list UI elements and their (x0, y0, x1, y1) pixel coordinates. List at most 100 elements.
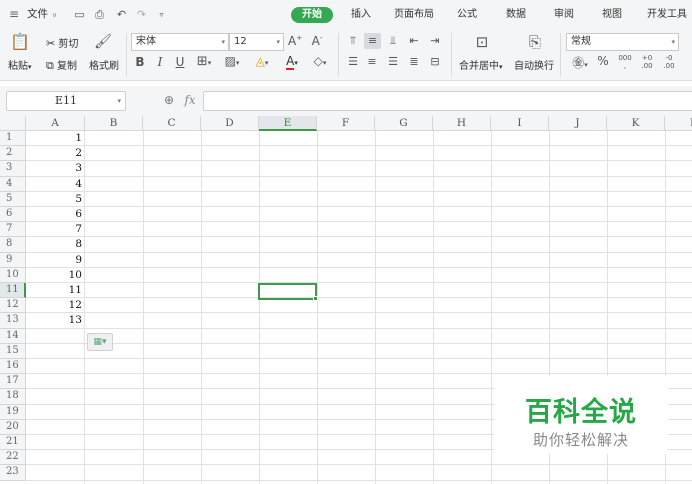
column-header-j[interactable]: J (549, 116, 607, 131)
select-all-corner[interactable] (0, 116, 26, 131)
align-middle-icon[interactable]: ≡ (364, 33, 381, 49)
paste-icon[interactable]: 📋 (10, 32, 30, 52)
align-center-icon[interactable]: ≡ (364, 55, 380, 68)
row-header-5[interactable]: 5 (0, 191, 26, 207)
cell-a9[interactable]: 9 (26, 253, 84, 268)
row-header-22[interactable]: 22 (0, 450, 26, 466)
underline-icon[interactable]: U (173, 55, 187, 69)
font-color-icon[interactable]: A▾ (282, 54, 302, 70)
row-header-7[interactable]: 7 (0, 222, 26, 238)
eraser-icon[interactable]: ◇▾ (310, 54, 330, 68)
column-header-e[interactable]: E (259, 116, 317, 131)
cell-a2[interactable]: 2 (26, 146, 84, 161)
cell-a8[interactable]: 8 (26, 237, 84, 252)
format-painter-button[interactable]: 格式刷 (89, 57, 119, 72)
row-header-9[interactable]: 9 (0, 252, 26, 268)
active-cell[interactable] (258, 283, 318, 301)
align-top-icon[interactable]: ⫪ (345, 33, 361, 49)
tab-data[interactable]: 数据 (501, 0, 531, 29)
borders-icon[interactable]: ⊞▾ (194, 54, 214, 69)
row-header-17[interactable]: 17 (0, 374, 26, 390)
align-bottom-icon[interactable]: ⫫ (385, 33, 401, 49)
wrap-text-icon[interactable]: ⎘ (524, 32, 546, 52)
column-header-i[interactable]: I (491, 116, 549, 131)
undo-icon[interactable]: ↶ (115, 8, 128, 21)
hamburger-icon[interactable]: ≡ (9, 0, 23, 29)
currency-icon[interactable]: ㊎▾ (569, 54, 591, 71)
row-header-14[interactable]: 14 (0, 328, 26, 344)
italic-icon[interactable]: I (153, 55, 167, 69)
row-header-13[interactable]: 13 (0, 313, 26, 329)
auto-fill-options-button[interactable]: ▦▾ (87, 333, 113, 351)
format-painter-icon[interactable]: 🖌 (93, 32, 113, 52)
justify-icon[interactable]: ≣ (406, 55, 422, 68)
font-size-select[interactable]: 12 ▾ (229, 33, 284, 51)
increase-font-icon[interactable]: A+ (288, 34, 302, 48)
percent-icon[interactable]: % (596, 54, 610, 68)
save-icon[interactable]: ▭ (73, 8, 86, 21)
column-header-b[interactable]: B (85, 116, 143, 131)
row-header-2[interactable]: 2 (0, 146, 26, 162)
cell-a5[interactable]: 5 (26, 192, 84, 207)
decrease-font-icon[interactable]: A- (310, 34, 324, 48)
row-header-4[interactable]: 4 (0, 176, 26, 192)
fill-handle[interactable] (313, 296, 318, 301)
column-header-l[interactable]: L (665, 116, 692, 131)
row-header-18[interactable]: 18 (0, 389, 26, 405)
name-box[interactable]: E11 ▾ (6, 91, 126, 111)
align-right-icon[interactable]: ☰ (385, 55, 401, 68)
row-header-16[interactable]: 16 (0, 359, 26, 375)
row-header-3[interactable]: 3 (0, 161, 26, 177)
increase-decimal-icon[interactable]: +0.00 (639, 54, 655, 70)
decrease-indent-icon[interactable]: ⇤ (406, 33, 422, 49)
tab-developer[interactable]: 开发工具 (642, 0, 692, 29)
column-header-d[interactable]: D (201, 116, 259, 131)
distributed-align-icon[interactable]: ⊟ (427, 55, 443, 68)
merge-center-icon[interactable]: ⊡ (471, 32, 493, 52)
decrease-decimal-icon[interactable]: -0.00 (661, 54, 677, 70)
bold-icon[interactable]: B (133, 55, 147, 69)
row-header-10[interactable]: 10 (0, 267, 26, 283)
copy-button[interactable]: ⧉ 复制 (46, 57, 77, 73)
align-left-icon[interactable]: ☰ (345, 55, 361, 68)
zoom-search-icon[interactable]: ⊕ (162, 93, 176, 107)
font-name-select[interactable]: 宋体 ▾ (131, 33, 229, 51)
tab-formulas[interactable]: 公式 (452, 0, 482, 29)
insert-function-button[interactable]: fx (183, 93, 197, 107)
row-header-11[interactable]: 11 (0, 283, 26, 299)
row-header-20[interactable]: 20 (0, 419, 26, 435)
column-header-c[interactable]: C (143, 116, 201, 131)
cell-a3[interactable]: 3 (26, 161, 84, 176)
row-header-19[interactable]: 19 (0, 404, 26, 420)
wrap-text-button[interactable]: 自动换行 (514, 57, 554, 72)
cell-a12[interactable]: 12 (26, 298, 84, 313)
cut-button[interactable]: ✂ 剪切 (46, 35, 78, 50)
merge-center-button[interactable]: 合并居中▾ (459, 57, 503, 72)
fill-color-icon[interactable]: ◬▾ (252, 54, 272, 68)
row-header-23[interactable]: 23 (0, 465, 26, 481)
column-header-k[interactable]: K (607, 116, 665, 131)
cell-a6[interactable]: 6 (26, 207, 84, 222)
tab-insert[interactable]: 插入 (346, 0, 376, 29)
row-header-8[interactable]: 8 (0, 237, 26, 253)
cell-a1[interactable]: 1 (26, 131, 84, 146)
tab-page-layout[interactable]: 页面布局 (390, 0, 438, 29)
formula-input[interactable] (203, 91, 692, 111)
thousands-separator-icon[interactable]: 000, (617, 54, 633, 70)
cell-a4[interactable]: 4 (26, 177, 84, 192)
cell-style-icon[interactable]: ▨▾ (222, 54, 242, 68)
number-format-select[interactable]: 常规 ▾ (566, 33, 679, 51)
column-header-a[interactable]: A (26, 116, 85, 131)
column-header-g[interactable]: G (375, 116, 433, 131)
print-icon[interactable]: ⎙ (93, 8, 106, 21)
row-header-21[interactable]: 21 (0, 435, 26, 451)
row-header-1[interactable]: 1 (0, 131, 26, 147)
row-header-15[interactable]: 15 (0, 343, 26, 359)
column-header-h[interactable]: H (433, 116, 491, 131)
tab-view[interactable]: 视图 (597, 0, 627, 29)
column-header-f[interactable]: F (317, 116, 375, 131)
customize-toolbar-icon[interactable]: ▿ (155, 8, 168, 21)
row-header-12[interactable]: 12 (0, 298, 26, 314)
paste-button[interactable]: 粘贴▾ (8, 57, 32, 72)
file-menu[interactable]: 文件 ∨ (27, 0, 57, 29)
